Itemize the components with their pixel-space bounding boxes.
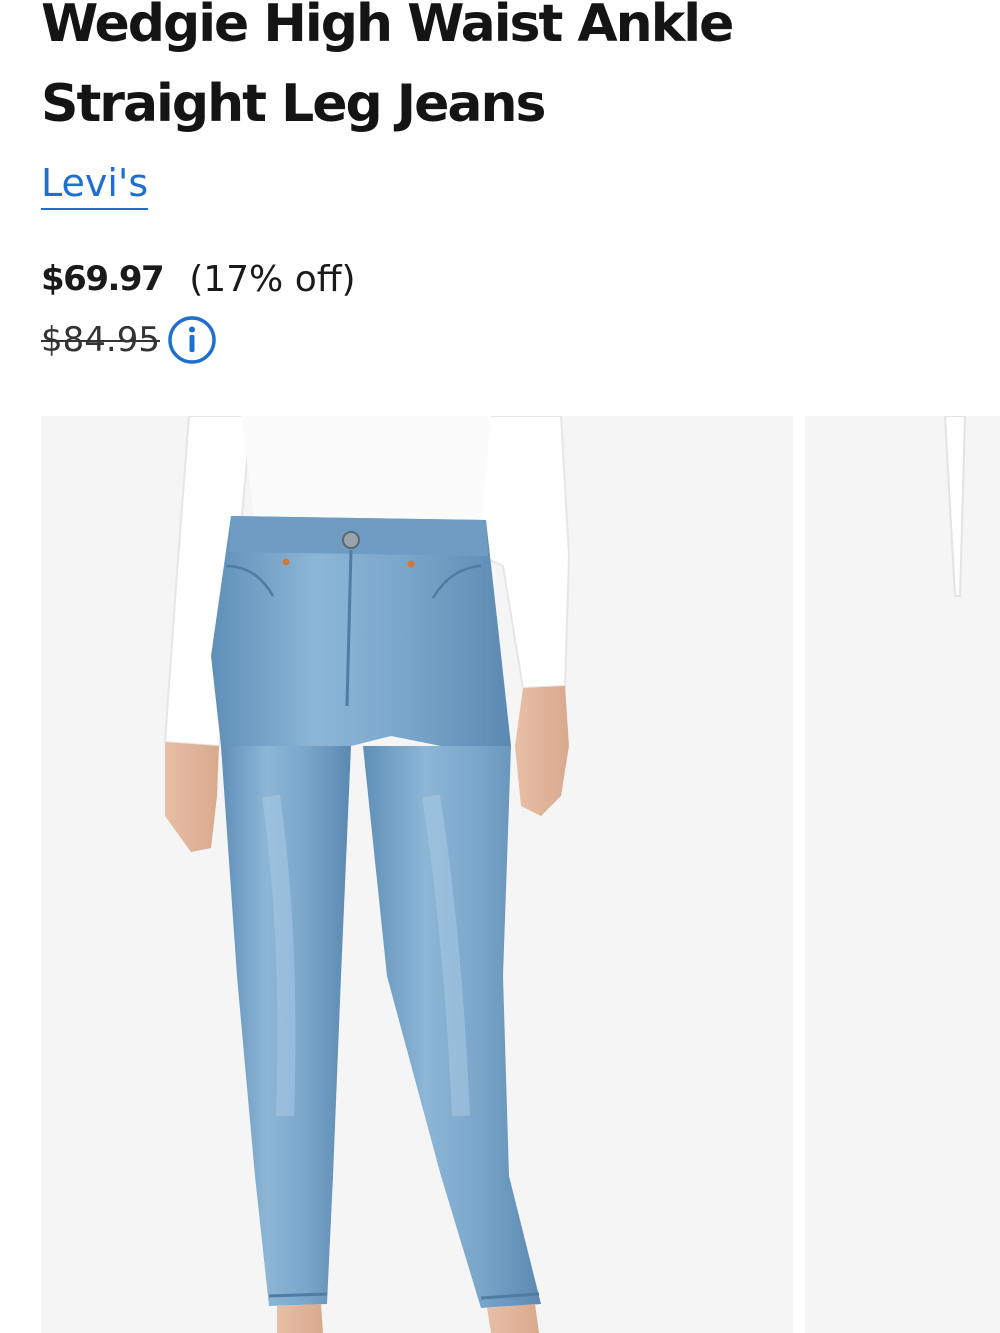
brand-link[interactable]: Levi's <box>41 158 149 210</box>
product-image-gallery[interactable] <box>41 416 1000 1333</box>
original-price-row: $84.95 <box>41 314 218 366</box>
info-circle-icon <box>168 316 216 364</box>
sale-price: $69.97 <box>41 259 165 299</box>
original-price: $84.95 <box>41 320 160 360</box>
price-row: $69.97 (17% off) <box>41 254 356 304</box>
discount-percent: (17% off) <box>189 258 356 300</box>
product-image-next[interactable] <box>805 416 1000 1333</box>
next-image-preview <box>943 416 967 597</box>
product-title: Wedgie High Waist Ankle Straight Leg Jea… <box>41 0 734 134</box>
model-jeans-image <box>163 416 571 1333</box>
product-image-main[interactable] <box>41 416 793 1333</box>
price-info-button[interactable] <box>166 314 218 366</box>
